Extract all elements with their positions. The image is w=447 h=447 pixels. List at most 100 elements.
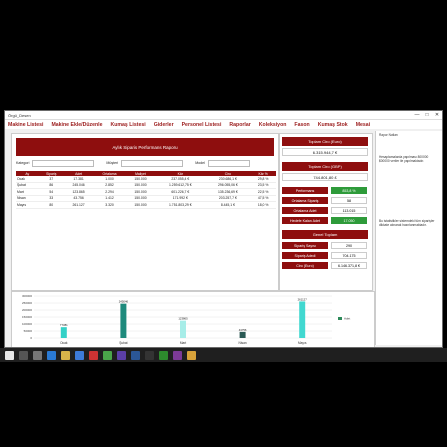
genel-row: Sipariş Sayısı 290 [282, 242, 368, 249]
terminal-icon[interactable] [145, 350, 154, 360]
menu-makine-ekle[interactable]: Makine Ekle/Düzenle [51, 122, 102, 128]
minimize-button[interactable]: — [412, 111, 422, 119]
genel-value: 290 [331, 242, 367, 249]
bar [239, 331, 246, 338]
genel-row: Ciro (Euro) 6.146.371,8 € [282, 262, 368, 269]
menu-mesai[interactable]: Mesai [356, 122, 370, 128]
maximize-button[interactable]: □ [422, 111, 432, 119]
genel-row: Sipariş Adedi 704.175 [282, 252, 368, 259]
kv-value: 17.050 [331, 217, 367, 224]
chrome-icon[interactable] [103, 350, 112, 360]
close-button[interactable]: ✕ [432, 111, 442, 119]
notes-heading: Rapor Notları [379, 133, 398, 137]
genel-key: Sipariş Sayısı [282, 242, 328, 249]
app-icon[interactable] [89, 350, 98, 360]
menu-giderler[interactable]: Giderler [154, 122, 174, 128]
app-window: Örgü_Desen — □ ✕ Makine Listesi Makine E… [4, 110, 443, 348]
x-tick-label: Şubat [119, 341, 127, 345]
chart-panel: 0 50000 100000 150000 200000 250000 300000 7738… [11, 291, 375, 347]
genel-key: Sipariş Adedi [282, 252, 328, 259]
summary-panel: Toplam Ciro (Euro) 6.315.944,7 € Toplam … [279, 133, 373, 291]
kv-value: 853,8 % [331, 187, 367, 194]
windows-start-icon[interactable] [5, 350, 14, 360]
bar [299, 301, 306, 338]
x-tick-label: Nisan [239, 341, 247, 345]
model-select[interactable] [207, 159, 250, 167]
legend-swatch [338, 317, 342, 320]
genel-value: 704.175 [331, 252, 367, 259]
y-tick-label: 0 [30, 336, 32, 340]
menu-fason[interactable]: Fason [294, 122, 309, 128]
cell: 80 [38, 201, 64, 209]
cell: 261.127 [63, 201, 94, 209]
bar-label: 43756 [239, 328, 247, 332]
menu-makine-listesi[interactable]: Makine Listesi [8, 122, 43, 128]
y-tick-label: 50000 [24, 329, 33, 333]
store-icon[interactable] [75, 350, 84, 360]
bar [120, 303, 127, 338]
y-tick-label: 150000 [22, 315, 32, 319]
table-row[interactable]: Mayıs 80 261.127 3.320 150.000 1.751.803,29 €… [16, 201, 276, 209]
window-title: Örgü_Desen [8, 112, 31, 118]
kv-key: Performans [282, 187, 328, 194]
kv-row: Ortalama Adet 113.015 [282, 207, 368, 214]
report-panel: Aylık Siparis Performans Raporu Kategori… [11, 133, 279, 291]
kv-row: Hedefe Kalan Adet 17.050 [282, 217, 368, 224]
search-icon[interactable] [19, 350, 28, 360]
filter-bar: Kategori Müşteri Model [16, 159, 274, 167]
genel-value: 6.146.371,8 € [331, 262, 367, 269]
app2-icon[interactable] [173, 350, 182, 360]
genel-toplam-header: Genel Toplam [282, 230, 368, 239]
report-table: Ay Sipariş Adet Ortalama Maliyet Kâr Cir… [16, 171, 276, 209]
title-bar: Örgü_Desen — □ ✕ [5, 111, 442, 120]
window-controls: — □ ✕ [412, 111, 442, 119]
kv-row: Ortalama Sipariş 58 [282, 197, 368, 204]
main-content: Aylık Siparis Performans Raporu Kategori… [5, 129, 442, 347]
toplam-ciro-header: Toplam Ciro (Euro) [282, 137, 368, 146]
bar [60, 327, 67, 338]
cell: Mayıs [16, 201, 39, 209]
cell: 8.445,1 € [205, 201, 251, 209]
x-tick-label: Mart [180, 341, 186, 345]
cell: 150.000 [125, 201, 156, 209]
taskbar [0, 348, 447, 362]
kv-row: Performans 853,8 % [282, 187, 368, 194]
bar-label: 123865 [178, 317, 188, 321]
kategori-select[interactable] [32, 159, 95, 167]
bar-label: 245046 [119, 300, 129, 304]
visual-studio-icon[interactable] [117, 350, 126, 360]
kv-key: Ortalama Adet [282, 207, 328, 214]
x-tick-label: Ocak [60, 341, 68, 345]
notes-text-2: Bu istatistikler sistemdeki tüm siparişl… [379, 219, 435, 227]
task-view-icon[interactable] [33, 350, 42, 360]
toplam-ciro-gbp-value: 744.801,80 £ [282, 173, 368, 181]
folder-icon[interactable] [61, 350, 70, 360]
y-tick-label: 300000 [22, 294, 32, 298]
musteri-select[interactable] [121, 159, 184, 167]
bar [180, 320, 186, 338]
word-icon[interactable] [131, 350, 140, 360]
cell: 18,0 % [250, 201, 276, 209]
toplam-ciro-gbp-header: Toplam Ciro (GBP) [282, 162, 368, 171]
app3-icon[interactable] [187, 350, 196, 360]
kategori-label: Kategori [16, 161, 30, 165]
musteri-label: Müşteri [106, 161, 119, 165]
toplam-ciro-value: 6.315.944,7 € [282, 148, 368, 156]
kv-value: 58 [331, 197, 367, 204]
edge-icon[interactable] [47, 350, 56, 360]
menu-personel-listesi[interactable]: Personel Listesi [182, 122, 222, 128]
menu-raporlar[interactable]: Raporlar [229, 122, 250, 128]
kv-key: Ortalama Sipariş [282, 197, 328, 204]
bar-label: 77381 [60, 323, 68, 327]
y-tick-label: 100000 [22, 322, 32, 326]
report-title: Aylık Siparis Performans Raporu [16, 138, 274, 156]
y-tick-label: 200000 [22, 308, 32, 312]
excel-icon[interactable] [159, 350, 168, 360]
menu-kumas-listesi[interactable]: Kumaş Listesi [111, 122, 146, 128]
genel-key: Ciro (Euro) [282, 262, 328, 269]
kv-key: Hedefe Kalan Adet [282, 217, 328, 224]
legend-label: Adet [344, 317, 350, 321]
menu-kumas-stok[interactable]: Kumaş Stok [318, 122, 348, 128]
menu-koleksiyon[interactable]: Koleksiyon [259, 122, 287, 128]
x-tick-label: Mayıs [298, 341, 307, 345]
